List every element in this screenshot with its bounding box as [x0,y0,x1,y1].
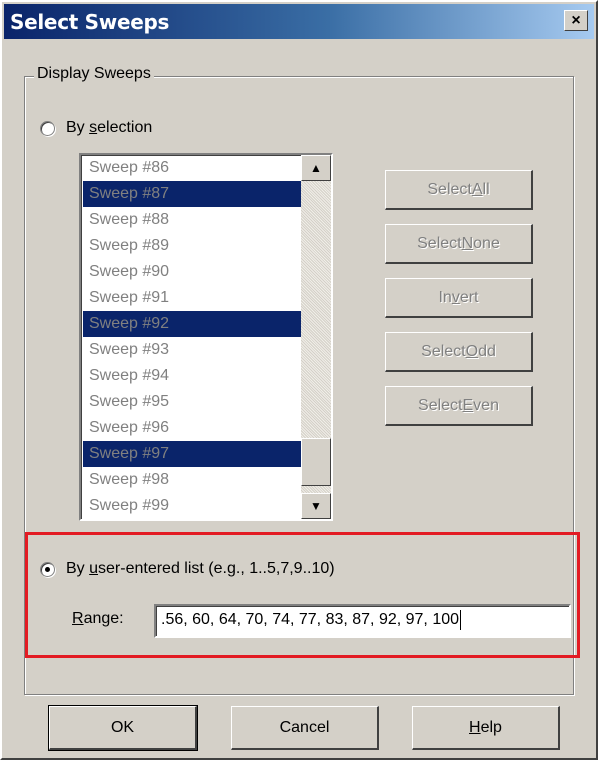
sweeps-listbox[interactable]: Sweep #86 Sweep #87 Sweep #88 Sweep #89 Swee… [79,153,333,521]
list-item[interactable]: Sweep #86 [83,155,301,181]
list-item[interactable]: Sweep #91 [83,285,301,311]
by-user-list-radio[interactable] [40,562,55,577]
list-item[interactable]: Sweep #94 [83,363,301,389]
arrow-down-icon: ▼ [310,499,322,513]
list-item[interactable]: Sweep #96 [83,415,301,441]
dialog-title: Select Sweeps [10,10,170,34]
select-none-button[interactable]: Select None [385,224,533,264]
text-caret [460,609,462,630]
list-item[interactable]: Sweep #87 [83,181,301,207]
invert-button[interactable]: In v ert [385,278,533,318]
close-button[interactable]: × [564,10,588,31]
arrow-up-icon: ▲ [310,161,322,175]
by-selection-label[interactable]: By selection [66,119,152,137]
help-label: Help [469,718,502,736]
by-user-list-label[interactable]: By user-entered list (e.g., 1..5,7,9..10… [66,560,335,578]
list-item[interactable]: Sweep #93 [83,337,301,363]
cancel-button[interactable]: Cancel [231,706,379,750]
group-title: Display Sweeps [34,65,154,83]
listbox-scrollbar[interactable]: ▲ ▼ [301,155,331,519]
select-odd-button[interactable]: Select Odd [385,332,533,372]
radio-selected-dot [45,567,50,572]
list-item[interactable]: Sweep #99 [83,493,301,519]
range-label: Range: [72,610,124,627]
highlight-box [25,532,580,658]
title-bar[interactable]: Select Sweeps × [4,4,594,39]
list-item[interactable]: Sweep #88 [83,207,301,233]
help-button[interactable]: Help [412,706,560,750]
select-even-button[interactable]: Select Even [385,386,533,426]
range-input[interactable]: .56, 60, 64, 70, 74, 77, 83, 87, 92, 97,… [154,604,571,638]
list-item[interactable]: Sweep #92 [83,311,301,337]
close-icon: × [571,11,581,29]
scroll-down-button[interactable]: ▼ [301,493,331,519]
ok-label: OK [110,718,135,736]
scroll-up-button[interactable]: ▲ [301,155,331,181]
list-item[interactable]: Sweep #98 [83,467,301,493]
list-item[interactable]: Sweep #89 [83,233,301,259]
list-item[interactable]: Sweep #97 [83,441,301,467]
scroll-thumb[interactable] [301,438,331,486]
ok-button[interactable]: OK [48,705,198,751]
select-all-button[interactable]: Select All [385,170,533,210]
cancel-label: Cancel [279,718,330,736]
list-item[interactable]: Sweep #90 [83,259,301,285]
by-selection-radio[interactable] [40,121,55,136]
list-item[interactable]: Sweep #95 [83,389,301,415]
